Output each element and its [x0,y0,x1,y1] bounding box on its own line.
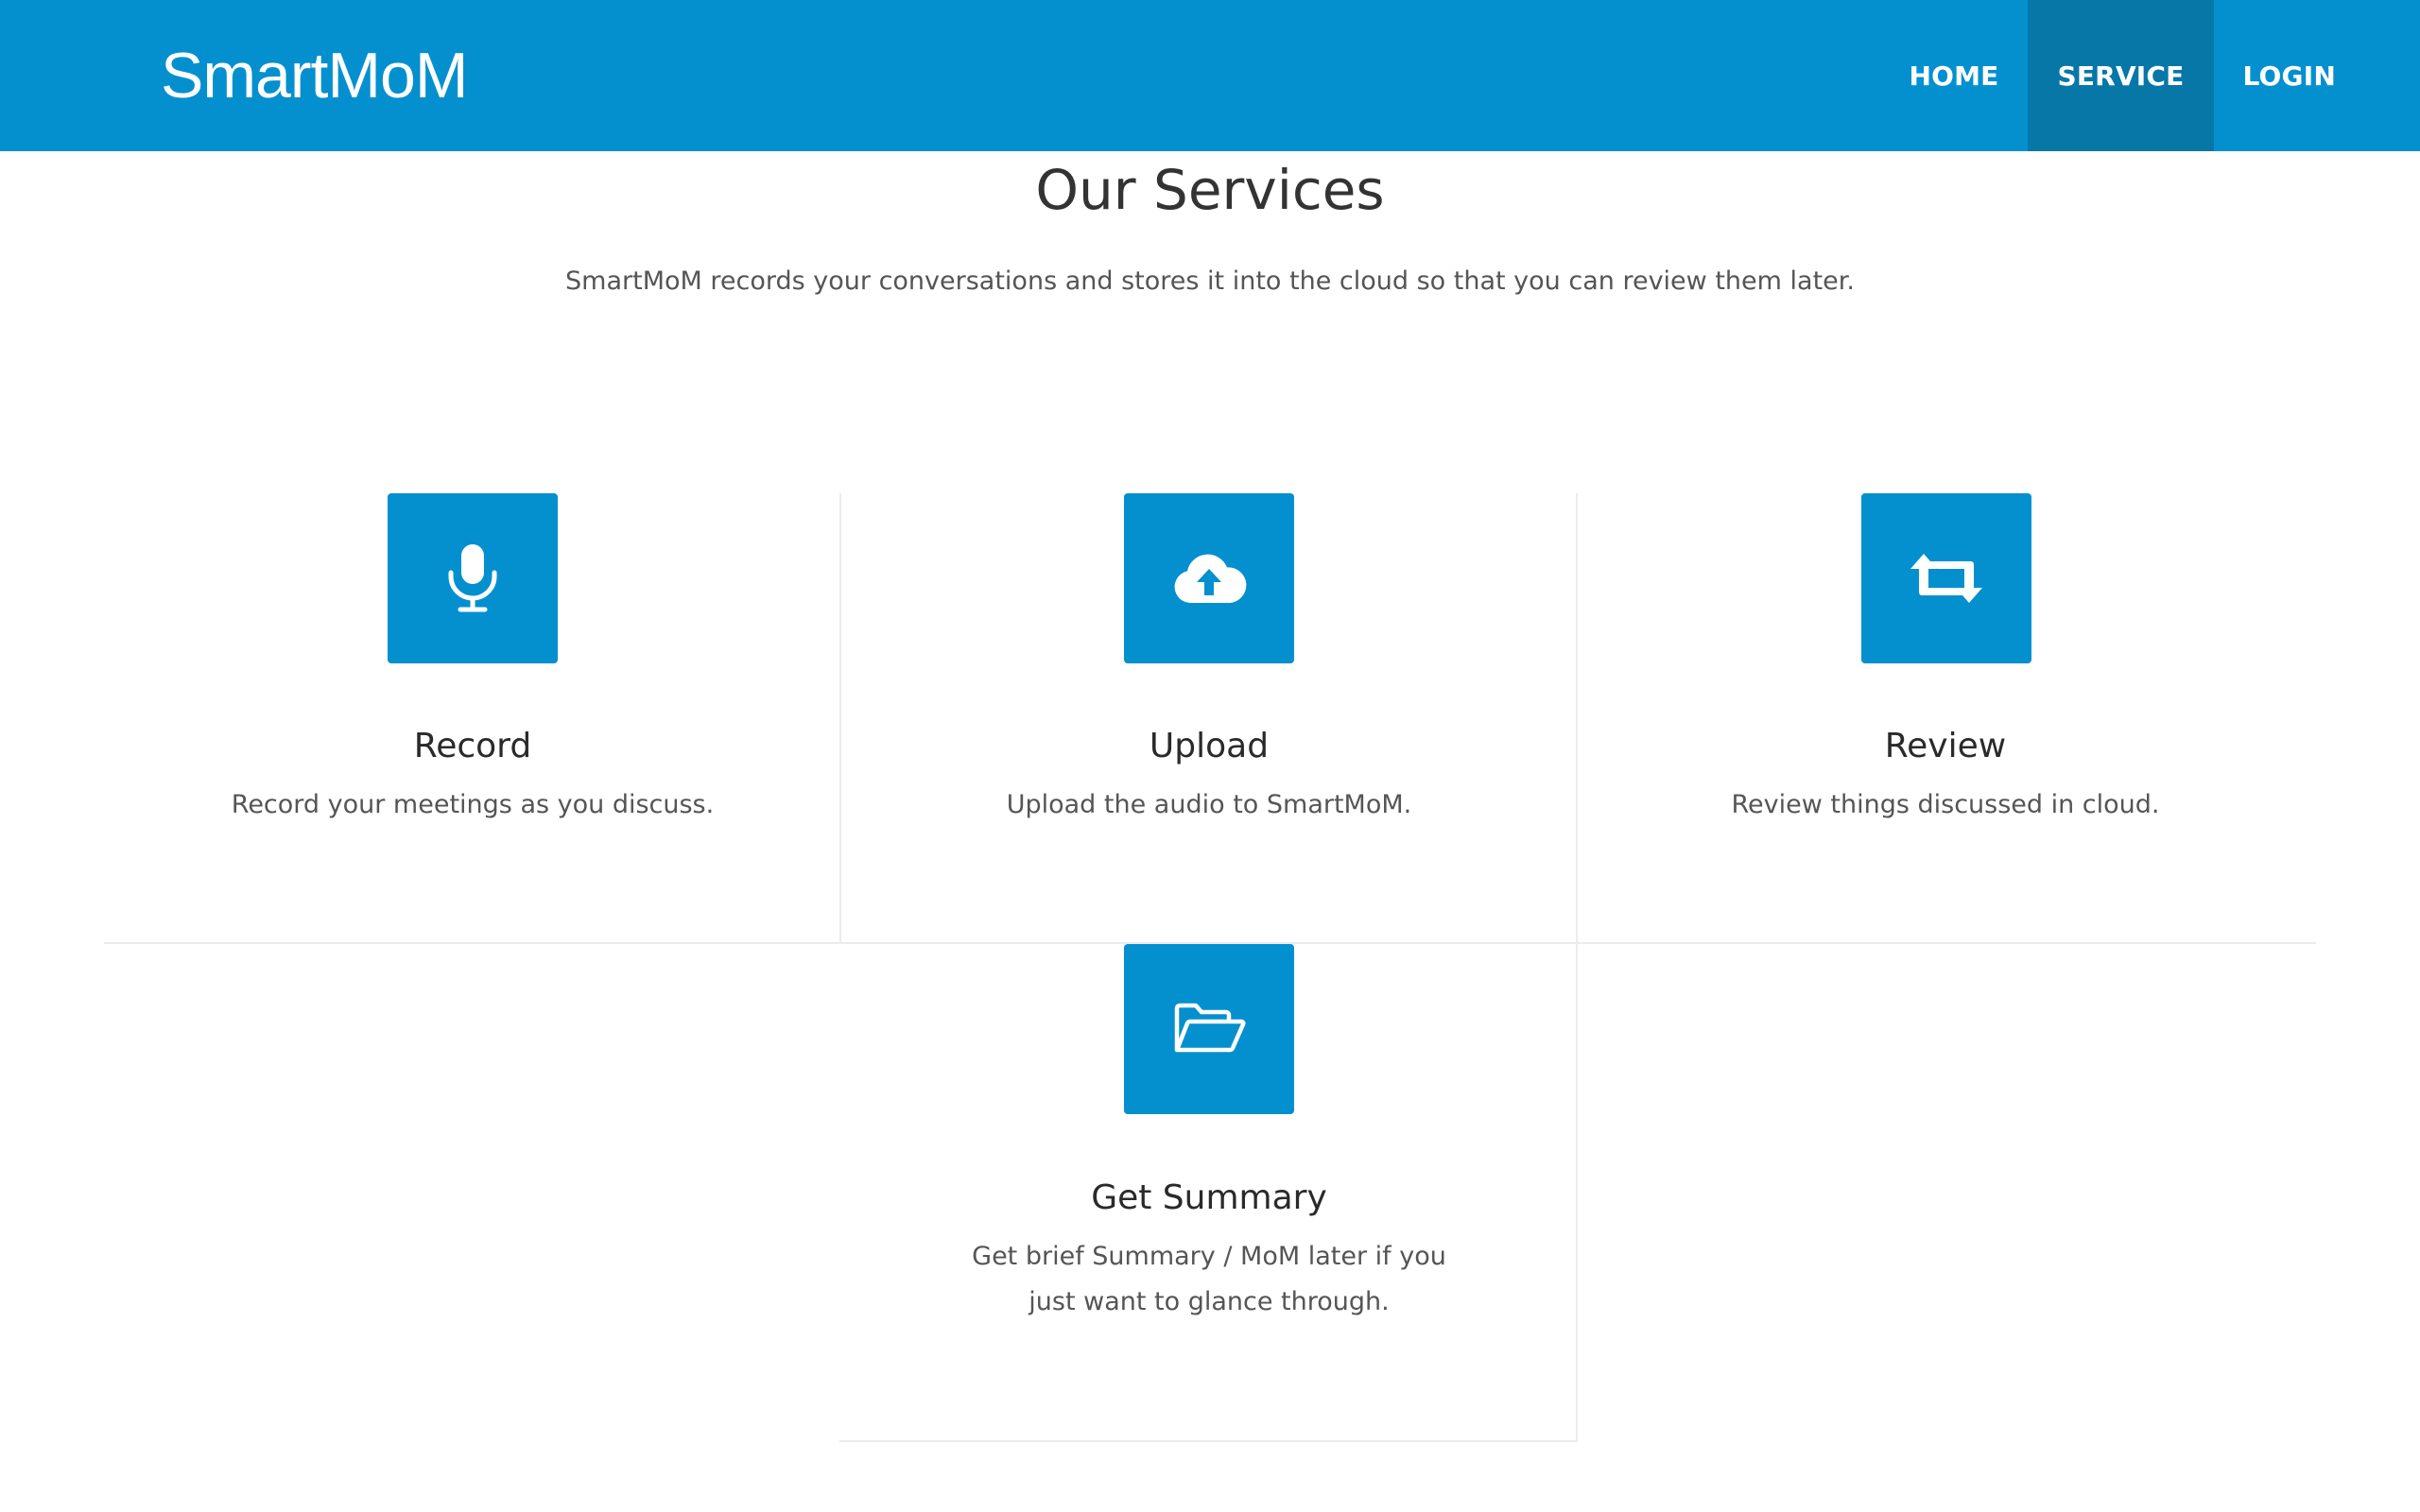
service-icon-box [1124,944,1294,1114]
nav-item-login[interactable]: LOGIN [2214,0,2365,151]
service-card-record: Record Record your meetings as you discu… [104,493,841,943]
service-icon-box [388,493,558,663]
brand-logo[interactable]: SmartMoM [161,34,468,117]
service-description: Review things discussed in cloud. [1731,790,2160,819]
service-icon-box [1861,493,2031,663]
service-card-review: Review Review things discussed in cloud. [1577,493,2314,943]
folder-open-icon [1174,1003,1246,1053]
service-card-upload: Upload Upload the audio to SmartMoM. [840,493,1578,943]
service-title: Upload [1149,727,1270,765]
service-description: Record your meetings as you discuss. [231,790,715,819]
service-card-get-summary: Get Summary Get brief Summary / MoM late… [840,944,1578,1441]
service-description: Upload the audio to SmartMoM. [1006,790,1412,819]
section-title: Our Services [1035,158,1385,222]
service-description: Get brief Summary / MoM later if you jus… [972,1242,1446,1316]
service-icon-box [1124,493,1294,663]
service-title: Record [413,727,532,765]
navbar: SmartMoM HOME SERVICE LOGIN [0,0,2420,151]
retweet-icon [1910,554,1982,603]
nav-item-home[interactable]: HOME [1879,0,2028,151]
section-subtitle: SmartMoM records your conversations and … [565,266,1855,296]
cloud-upload-icon [1174,554,1247,603]
main-nav: HOME SERVICE LOGIN [1879,0,2365,151]
service-title: Review [1884,727,2007,765]
nav-item-service[interactable]: SERVICE [2028,0,2214,151]
microphone-icon [448,544,497,612]
service-title: Get Summary [1091,1178,1327,1217]
